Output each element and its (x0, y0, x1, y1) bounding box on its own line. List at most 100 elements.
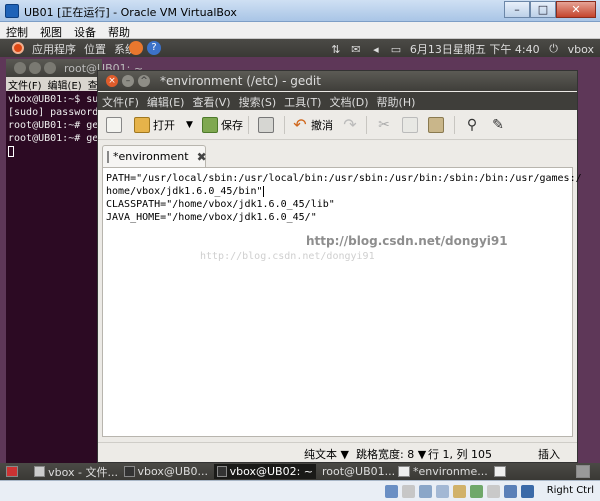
redo-button[interactable]: ↷ (342, 116, 358, 134)
mouse-integration-icon[interactable] (504, 485, 517, 498)
new-button[interactable] (106, 116, 122, 134)
text-caret (262, 185, 264, 197)
maximize-button[interactable]: □ (530, 1, 556, 18)
chat-icon[interactable]: ▭ (390, 43, 402, 56)
terminal-menu-file[interactable]: 文件(F) (8, 81, 42, 92)
gedit-close-icon[interactable]: × (106, 75, 118, 87)
volume-icon[interactable]: ◂ (370, 43, 382, 56)
capture-icon[interactable] (487, 485, 500, 498)
tab-label: *environment (113, 150, 189, 163)
taskbar-item-active[interactable]: vbox@UB02: ~ (214, 464, 316, 479)
gedit-menu-tools[interactable]: 工具(T) (284, 92, 321, 110)
vbox-status-icons (385, 485, 534, 498)
save-label: 保存 (221, 119, 243, 132)
gedit-menu-file[interactable]: 文件(F) (102, 92, 139, 110)
terminal-icon (124, 466, 135, 477)
trash-icon (576, 465, 590, 478)
menu-help[interactable]: 帮助 (102, 22, 136, 39)
user-name[interactable]: vbox (568, 43, 594, 56)
usb-icon[interactable] (419, 485, 432, 498)
paste-button[interactable] (428, 116, 444, 134)
gedit-minimize-icon[interactable]: – (122, 75, 134, 87)
open-button[interactable]: 打开 ▼ (134, 116, 193, 134)
search-icon: ⚲ (466, 117, 478, 133)
cut-icon: ✂ (378, 117, 390, 133)
undo-icon: ↶ (293, 115, 307, 134)
network-arrows-icon[interactable]: ⇅ (330, 43, 342, 56)
menu-view[interactable]: 视图 (34, 22, 68, 39)
document-icon (494, 466, 506, 477)
keyboard-capture-icon[interactable] (521, 485, 534, 498)
taskbar-item-label: vbox@UB02: ~ (229, 465, 313, 478)
taskbar-extra-button[interactable] (494, 464, 508, 479)
gedit-menu-view[interactable]: 查看(V) (192, 92, 230, 110)
gedit-window[interactable]: × – ^ *environment (/etc) - gedit 文件(F) … (97, 70, 582, 463)
gedit-toolbar: 打开 ▼ 保存 ↶ 撤消 ↷ ✂ ⚲ ✎ (98, 110, 577, 140)
gedit-menu-search[interactable]: 搜索(S) (239, 92, 277, 110)
taskbar-item[interactable]: vbox@UB0... (124, 464, 208, 479)
tab-width-selector[interactable]: 跳格宽度: 8 ▼ (356, 446, 426, 462)
terminal-output[interactable]: vbox@UB01:~$ sud [sudo] password root@UB… (6, 91, 104, 160)
trash-button[interactable] (576, 464, 594, 479)
panel-menu: 应用程序 位置 系统 (32, 41, 136, 57)
menu-control[interactable]: 控制 (0, 22, 34, 39)
insert-mode: 插入 (538, 448, 560, 461)
taskbar-item[interactable]: vbox - 文件... (34, 464, 118, 479)
optical-drive-icon[interactable] (402, 485, 415, 498)
terminal-menu-edit[interactable]: 编辑(E) (48, 81, 82, 92)
cursor-position: 行 1, 列 105 (428, 448, 492, 461)
minimize-button[interactable]: – (504, 1, 530, 18)
undo-button[interactable]: ↶ 撤消 (292, 116, 333, 134)
print-icon (258, 117, 274, 133)
session-icon[interactable]: ⏻ (548, 42, 560, 56)
terminal-close-icon[interactable] (14, 62, 26, 74)
terminal-minimize-icon[interactable] (29, 62, 41, 74)
close-button[interactable]: ✕ (556, 1, 596, 18)
display-icon[interactable] (470, 485, 483, 498)
cut-button[interactable]: ✂ (376, 116, 392, 134)
date-time[interactable]: 6月13日星期五 下午 4:40 (410, 41, 540, 57)
taskbar-item-label: *environme... (413, 465, 488, 478)
replace-button[interactable]: ✎ (490, 116, 506, 134)
folder-icon (34, 466, 46, 477)
terminal-line: root@UB01:~# ge (8, 120, 99, 131)
menu-devices[interactable]: 设备 (68, 22, 102, 39)
gedit-menu-documents[interactable]: 文档(D) (329, 92, 368, 110)
network-icon[interactable] (436, 485, 449, 498)
toolbar-separator (454, 116, 455, 134)
shared-folders-icon[interactable] (453, 485, 466, 498)
taskbar-item[interactable]: *environme... (398, 464, 492, 479)
hard-disk-icon[interactable] (385, 485, 398, 498)
gedit-maximize-icon[interactable]: ^ (138, 75, 150, 87)
copy-button[interactable] (402, 116, 418, 134)
menu-places[interactable]: 位置 (84, 41, 106, 57)
terminal-maximize-icon[interactable] (44, 62, 56, 74)
gedit-menu-help[interactable]: 帮助(H) (377, 92, 416, 110)
save-button[interactable]: 保存 (202, 116, 243, 134)
paste-icon (428, 117, 444, 133)
terminal-window[interactable]: root@UB01: ~ 文件(F) 编辑(E) 查 vbox@UB01:~$ su… (6, 59, 143, 463)
toolbar-separator (284, 116, 285, 134)
firefox-icon[interactable] (129, 41, 143, 55)
syntax-mode-selector[interactable]: 纯文本 ▼ (304, 446, 349, 462)
show-desktop-button[interactable] (6, 464, 22, 479)
tab-environment[interactable]: *environment ✖ (102, 145, 207, 167)
menu-applications[interactable]: 应用程序 (32, 41, 76, 57)
print-button[interactable] (258, 116, 274, 134)
gedit-menu-edit[interactable]: 编辑(E) (147, 92, 185, 110)
document-icon (107, 150, 109, 163)
find-button[interactable]: ⚲ (464, 116, 480, 134)
taskbar-item[interactable]: root@UB01... (322, 464, 394, 479)
ubuntu-logo-icon[interactable] (12, 42, 24, 54)
bottom-panel: vbox - 文件... vbox@UB0... vbox@UB02: ~ ro… (0, 463, 600, 480)
gedit-title-bar[interactable]: × – ^ *environment (/etc) - gedit (98, 71, 577, 91)
terminal-line: [sudo] password (8, 107, 99, 118)
terminal-title-bar[interactable]: root@UB01: ~ (6, 59, 143, 77)
help-icon[interactable]: ? (147, 41, 161, 55)
mail-icon[interactable]: ✉ (350, 43, 362, 56)
watermark-bold: http://blog.csdn.net/dongyi91 (306, 234, 508, 248)
tab-close-icon[interactable]: ✖ (197, 150, 207, 164)
text-editor[interactable]: PATH="/usr/local/sbin:/usr/local/bin:/us… (102, 167, 582, 437)
open-dropdown-arrow-icon[interactable]: ▼ (186, 120, 193, 130)
save-icon (202, 117, 218, 133)
